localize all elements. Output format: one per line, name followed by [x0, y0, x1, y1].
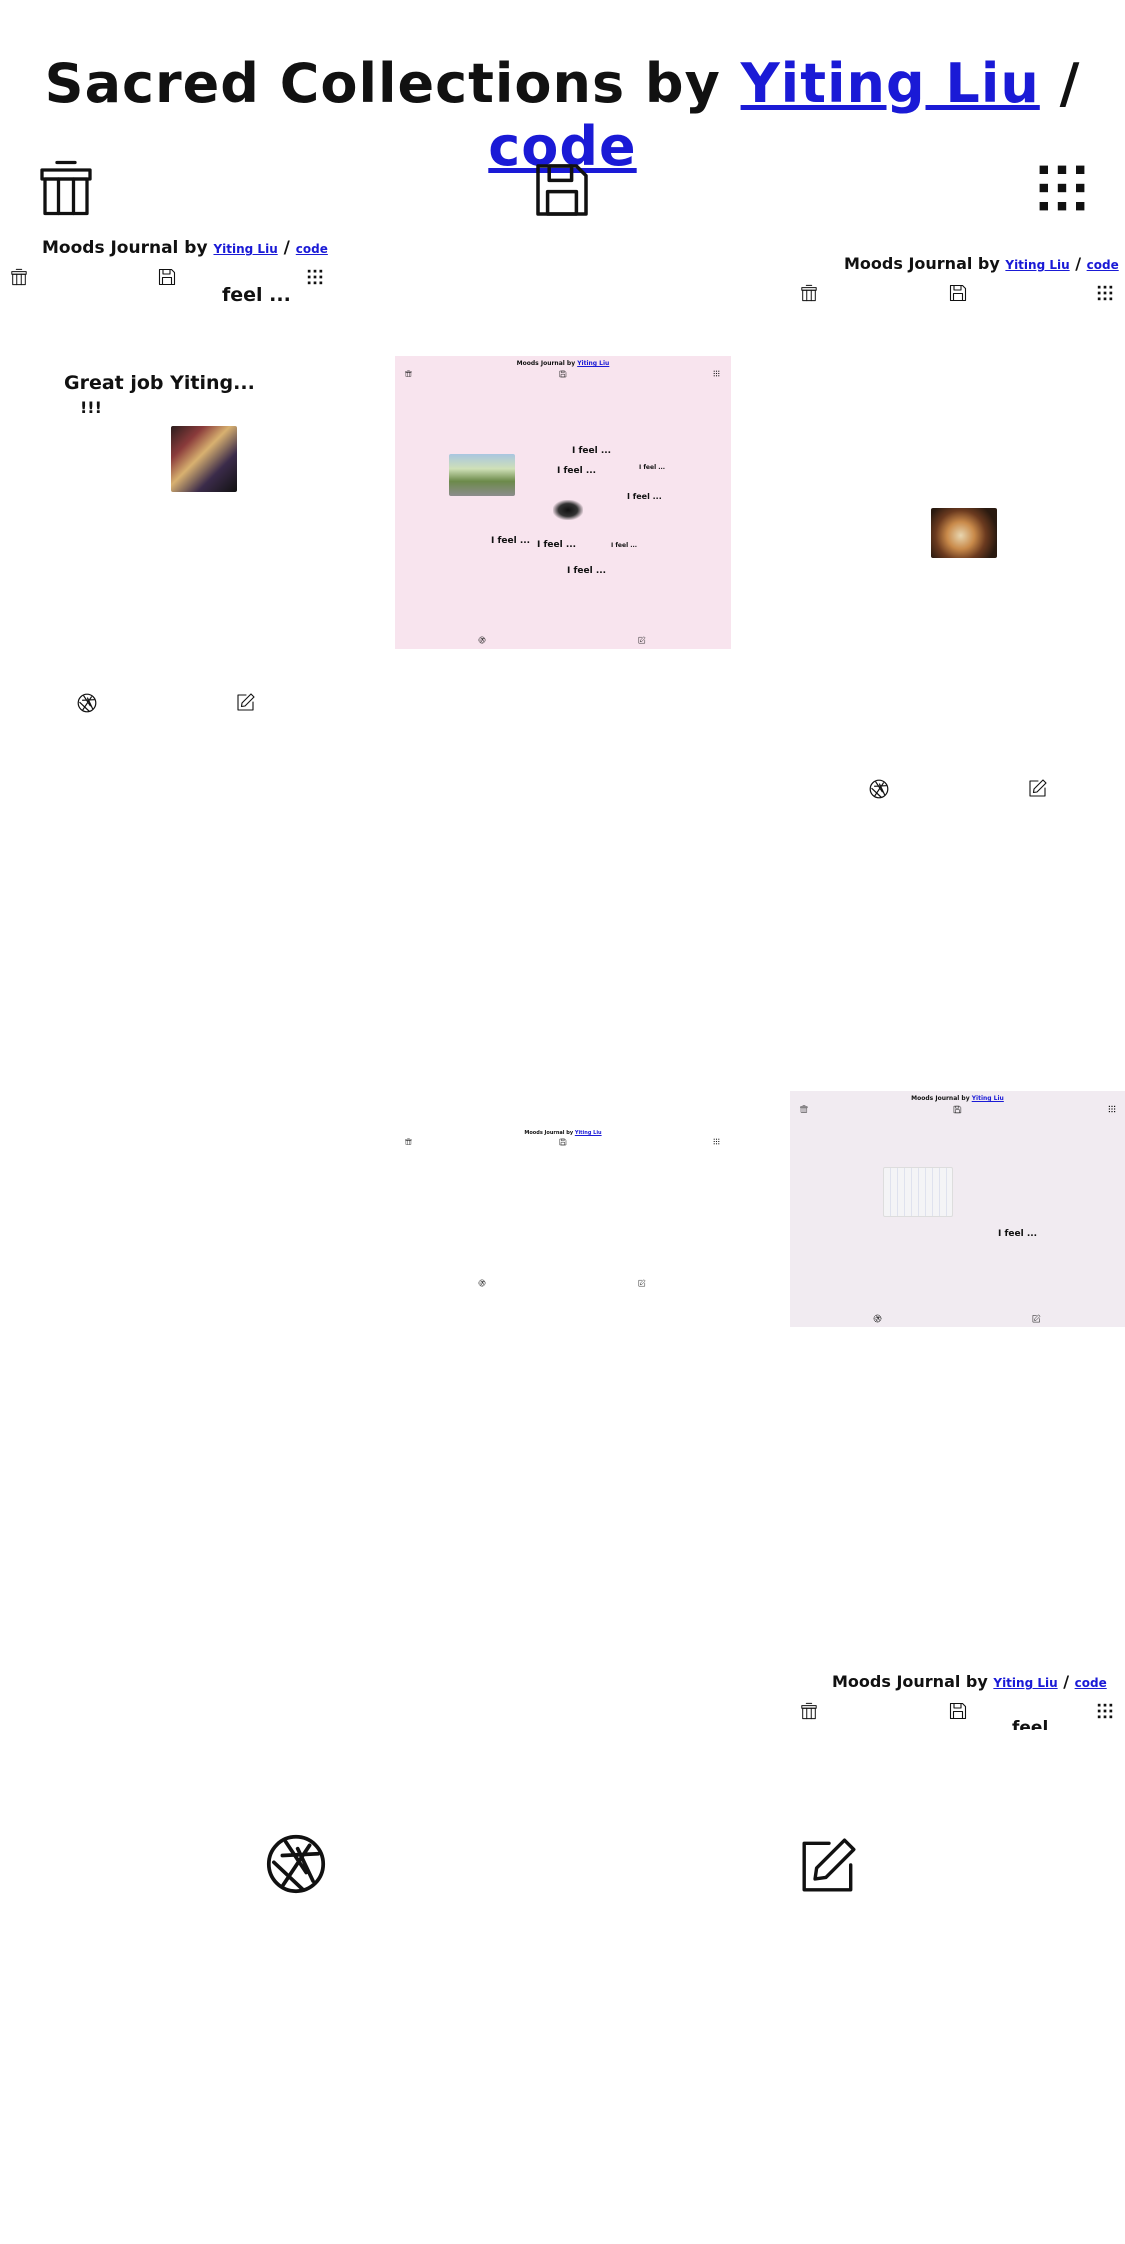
edit-icon[interactable]	[236, 692, 256, 712]
journal-title-prefix: Moods Journal by	[524, 1130, 575, 1136]
edit-icon[interactable]	[798, 1834, 860, 1896]
journal-author-link[interactable]: Yiting Liu	[575, 1130, 602, 1136]
author-link[interactable]: Yiting Liu	[741, 52, 1040, 115]
archive-icon[interactable]	[800, 1702, 818, 1720]
archive-icon[interactable]	[800, 284, 818, 302]
archive-icon[interactable]	[800, 1105, 808, 1113]
feel-label[interactable]: I feel ...	[491, 536, 530, 546]
camera-icon[interactable]	[76, 692, 98, 714]
journal-title: Moods Journal by Yiting Liu / code	[844, 254, 1119, 273]
journal-title: Moods Journal by Yiting Liu / code	[832, 1672, 1107, 1691]
grid-menu-icon[interactable]	[713, 370, 720, 377]
archive-icon[interactable]	[10, 268, 28, 286]
feel-label[interactable]: feel ...	[222, 284, 291, 306]
journal-title: Moods Journal by Yiting Liu	[395, 360, 731, 367]
grid-menu-icon[interactable]	[1034, 160, 1090, 216]
journal-code-link[interactable]: code	[296, 242, 328, 256]
feel-label[interactable]: I feel ...	[557, 466, 596, 476]
mood-photo[interactable]	[931, 508, 997, 558]
save-icon[interactable]	[157, 267, 177, 287]
save-icon[interactable]	[559, 370, 567, 378]
scribble-mark	[553, 500, 583, 520]
feel-label[interactable]: I feel ...	[572, 446, 611, 456]
grid-menu-icon[interactable]	[713, 1138, 720, 1145]
camera-icon[interactable]	[868, 778, 890, 800]
camera-icon[interactable]	[478, 1279, 486, 1287]
journal-panel-a: Moods Journal by Yiting Liu / code feel …	[0, 230, 335, 730]
journal-panel-e: Moods Journal by Yiting Liu	[395, 1126, 731, 1296]
journal-panel-b: Moods Journal by Yiting Liu I feel ... I…	[395, 356, 731, 649]
archive-icon[interactable]	[36, 158, 96, 218]
journal-separator: /	[1069, 254, 1087, 273]
edit-icon[interactable]	[1032, 1314, 1041, 1323]
feel-label[interactable]: I feel ...	[537, 540, 576, 550]
feel-label[interactable]: I feel ...	[998, 1229, 1037, 1239]
journal-title: Moods Journal by Yiting Liu / code	[42, 238, 328, 258]
save-icon[interactable]	[948, 283, 968, 303]
journal-title: Moods Journal by Yiting Liu	[790, 1095, 1125, 1102]
mood-photo[interactable]	[449, 454, 515, 496]
journal-separator: /	[1057, 1672, 1075, 1691]
journal-code-link[interactable]: code	[1087, 258, 1119, 272]
journal-title-prefix: Moods Journal by	[911, 1095, 972, 1102]
page-title-prefix: Sacred Collections by	[44, 52, 741, 115]
camera-icon[interactable]	[262, 1830, 330, 1898]
feel-label[interactable]: I feel ...	[639, 464, 665, 471]
save-icon[interactable]	[953, 1105, 962, 1114]
journal-title-prefix: Moods Journal by	[516, 360, 578, 367]
journal-code-link[interactable]: code	[1075, 1676, 1107, 1690]
feel-label[interactable]: I feel ...	[627, 492, 662, 501]
message-line1: Great job Yiting...	[64, 372, 255, 394]
journal-author-link[interactable]: Yiting Liu	[577, 360, 609, 367]
journal-title: Moods Journal by Yiting Liu	[395, 1130, 731, 1136]
journal-title-prefix: Moods Journal by	[832, 1672, 994, 1691]
journal-panel-c: Moods Journal by Yiting Liu / code	[790, 248, 1125, 828]
journal-author-link[interactable]: Yiting Liu	[972, 1095, 1004, 1102]
archive-icon[interactable]	[405, 370, 412, 377]
message-line2: !!!	[80, 398, 102, 417]
grid-menu-icon[interactable]	[1096, 284, 1114, 302]
edit-icon[interactable]	[638, 636, 646, 644]
camera-icon[interactable]	[478, 636, 486, 644]
camera-icon[interactable]	[873, 1314, 882, 1323]
save-icon[interactable]	[530, 158, 594, 222]
feel-label[interactable]: feel	[1012, 1718, 1048, 1730]
journal-title-prefix: Moods Journal by	[42, 238, 214, 258]
grid-menu-icon[interactable]	[1096, 1702, 1114, 1720]
grid-menu-icon[interactable]	[1108, 1105, 1116, 1113]
journal-author-link[interactable]: Yiting Liu	[993, 1676, 1057, 1690]
save-icon[interactable]	[948, 1701, 968, 1721]
journal-panel-d: Moods Journal by Yiting Liu I feel ...	[790, 1091, 1125, 1327]
mood-photo[interactable]	[171, 426, 237, 492]
save-icon[interactable]	[559, 1138, 567, 1146]
journal-title-prefix: Moods Journal by	[844, 254, 1006, 273]
journal-panel-f: Moods Journal by Yiting Liu / code feel	[790, 1668, 1125, 1730]
feel-label[interactable]: I feel ...	[567, 566, 606, 576]
edit-icon[interactable]	[638, 1279, 646, 1287]
archive-icon[interactable]	[405, 1138, 412, 1145]
edit-icon[interactable]	[1028, 778, 1048, 798]
feel-label[interactable]: I feel ...	[611, 542, 637, 549]
mood-photo[interactable]	[883, 1167, 953, 1217]
title-separator: /	[1039, 52, 1081, 115]
journal-separator: /	[277, 238, 296, 258]
grid-menu-icon[interactable]	[306, 268, 324, 286]
journal-author-link[interactable]: Yiting Liu	[213, 242, 277, 256]
journal-author-link[interactable]: Yiting Liu	[1005, 258, 1069, 272]
